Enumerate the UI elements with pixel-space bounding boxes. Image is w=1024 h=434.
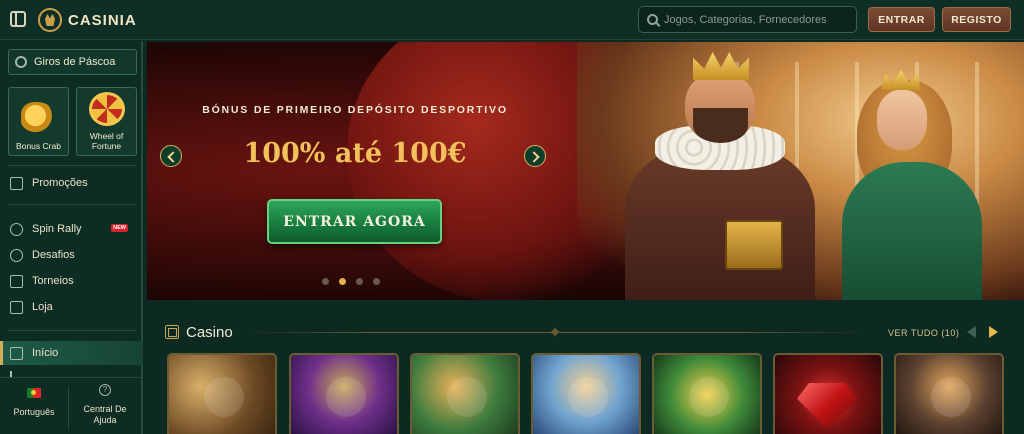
portugal-flag-icon [27, 388, 41, 398]
carousel-dot[interactable] [373, 278, 380, 285]
sidebar-toggle-icon[interactable] [10, 11, 26, 27]
queen-illustration [837, 62, 987, 300]
outlaws-art [931, 377, 971, 417]
ruby-gem-art [797, 383, 857, 428]
see-all-link[interactable]: VER TUDO (10) [888, 328, 959, 338]
game-card[interactable] [773, 353, 883, 434]
game-card[interactable] [531, 353, 641, 434]
fisherman-art [447, 377, 487, 417]
question-icon: ? [99, 384, 111, 396]
spin-rally-icon [10, 222, 23, 236]
search-box[interactable] [638, 6, 857, 33]
divider [8, 204, 137, 205]
brand-logo[interactable]: CASINIA [38, 8, 137, 32]
challenges-icon [10, 248, 23, 262]
search-icon [647, 14, 658, 25]
game-card[interactable] [410, 353, 520, 434]
easter-spins-label: Giros de Páscoa [34, 56, 116, 68]
promotions-icon [10, 176, 23, 190]
section-title: Casino [186, 324, 233, 341]
home-icon [10, 346, 23, 360]
hero-next-arrow-icon[interactable] [524, 145, 546, 167]
login-button[interactable]: ENTRAR [868, 7, 935, 32]
bonus-crab-label: Bonus Crab [16, 141, 61, 151]
carousel-dot[interactable] [322, 278, 329, 285]
sidebar-item-label: Desafios [32, 249, 75, 261]
sidebar-item-home[interactable]: Início [10, 343, 136, 363]
wheel-of-fortune-tile[interactable]: Wheel of Fortune [76, 87, 137, 156]
new-badge: NEW [111, 224, 128, 232]
divider [68, 386, 69, 430]
language-label: Português [13, 407, 55, 417]
game-card[interactable] [652, 353, 762, 434]
game-card[interactable] [167, 353, 277, 434]
top-header: CASINIA ENTRAR REGISTO [0, 0, 1024, 40]
logo-text: CASINIA [68, 11, 137, 29]
sidebar-item-label: Torneios [32, 275, 74, 287]
trophy-icon [10, 274, 23, 288]
ornament-divider [247, 332, 865, 333]
mad-hatter-art [326, 377, 366, 417]
sidebar-item-label: Promoções [32, 177, 88, 189]
hero-subtitle: BÓNUS DE PRIMEIRO DEPÓSITO DESPORTIVO [202, 104, 508, 116]
couple-art [568, 377, 608, 417]
crown-logo-icon [38, 8, 62, 32]
divider [8, 330, 137, 331]
sidebar-item-shop[interactable]: Loja [10, 297, 136, 317]
help-center-link[interactable]: ? Central De Ajuda [74, 384, 136, 426]
sidebar-item-promotions[interactable]: Promoções [10, 173, 136, 193]
divider [8, 165, 137, 166]
carousel-prev-icon[interactable] [967, 326, 976, 338]
tiara-icon [881, 70, 921, 90]
sidebar-item-tournaments[interactable]: Torneios [10, 271, 136, 291]
game-card[interactable] [894, 353, 1004, 434]
leprechaun-art [689, 377, 729, 417]
carousel-dot[interactable] [356, 278, 363, 285]
sidebar-item-label: Loja [32, 301, 53, 313]
fortune-wheel-icon [88, 92, 125, 126]
crown-icon [693, 52, 749, 80]
language-selector[interactable]: Português [6, 388, 62, 417]
casino-icon [165, 325, 179, 339]
carousel-next-icon[interactable] [989, 326, 998, 338]
sidebar-item-challenges[interactable]: Desafios [10, 245, 136, 265]
carousel-dots [322, 278, 380, 285]
register-button[interactable]: REGISTO [942, 7, 1011, 32]
sidebar-item-label: Início [32, 347, 59, 359]
hero-title: 100% até 100€ [243, 138, 467, 169]
king-illustration [605, 50, 835, 300]
adventurer-art [204, 377, 244, 417]
search-input[interactable] [664, 13, 844, 26]
help-center-label: Central De Ajuda [83, 404, 127, 425]
easter-spins-link[interactable]: Giros de Páscoa [8, 49, 137, 75]
sidebar-item-spin-rally[interactable]: Spin Rally NEW [10, 219, 136, 239]
wheel-of-fortune-label: Wheel of Fortune [89, 131, 124, 151]
game-card[interactable] [289, 353, 399, 434]
shop-icon [10, 300, 23, 314]
sidebar-item-label: Spin Rally [32, 223, 82, 235]
sidebar-footer: Português ? Central De Ajuda [0, 377, 141, 434]
hero-banner[interactable]: BÓNUS DE PRIMEIRO DEPÓSITO DESPORTIVO 10… [147, 42, 1024, 300]
casino-section-header: Casino VER TUDO (10) [147, 318, 1024, 348]
hero-cta-button[interactable]: ENTRAR AGORA [267, 199, 442, 244]
treasure-chest-icon [725, 220, 783, 270]
sidebar: Giros de Páscoa Bonus Crab Wheel of Fort… [0, 41, 143, 434]
hero-prev-arrow-icon[interactable] [160, 145, 182, 167]
carousel-dot-active[interactable] [339, 278, 346, 285]
bonus-crab-icon [20, 102, 57, 136]
egg-icon [15, 56, 27, 68]
bonus-crab-tile[interactable]: Bonus Crab [8, 87, 69, 156]
